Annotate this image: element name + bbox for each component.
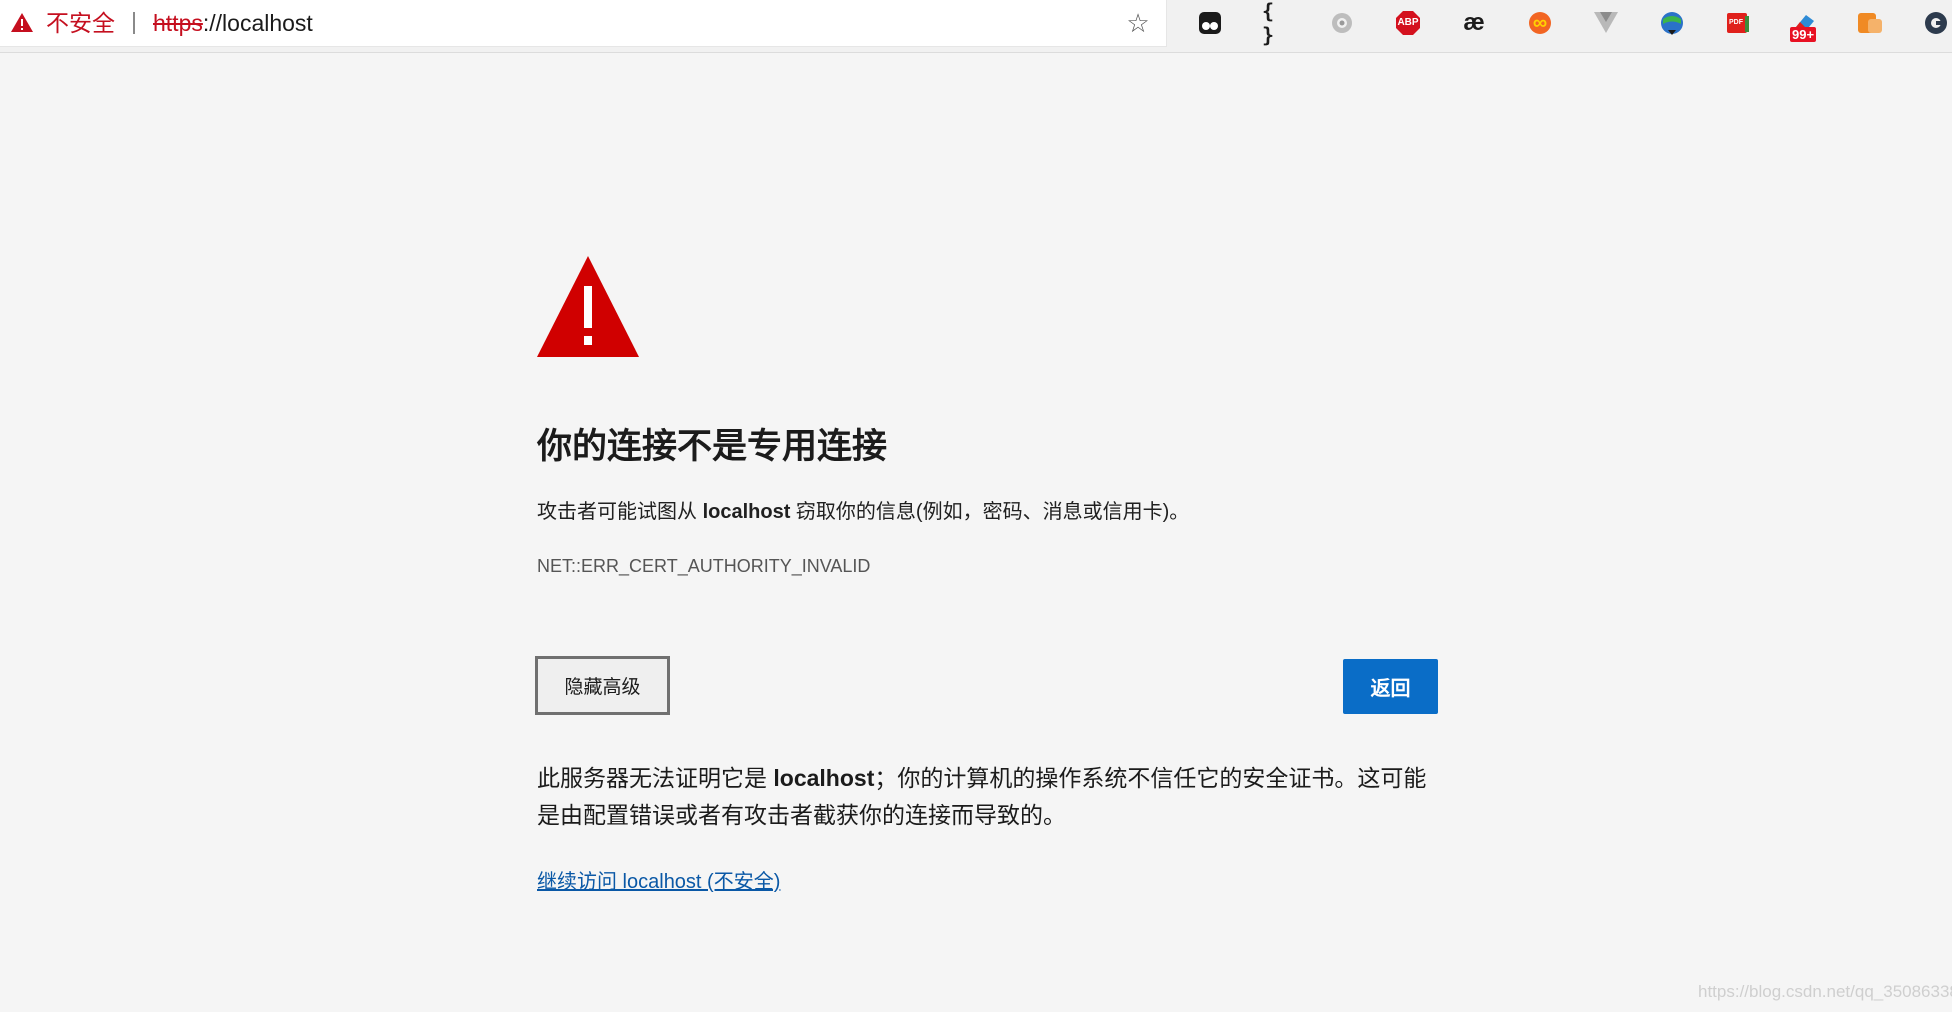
proceed-unsafe-link[interactable]: 继续访问 localhost (不安全) (537, 867, 780, 897)
detail-prefix: 此服务器无法证明它是 (537, 765, 774, 791)
warning-triangle-icon (537, 256, 639, 357)
advanced-details: 此服务器无法证明它是 localhost；你的计算机的操作系统不信任它的安全证书… (537, 760, 1437, 834)
error-code[interactable]: NET::ERR_CERT_AUTHORITY_INVALID (537, 553, 870, 579)
extension-gear-icon[interactable] (1328, 9, 1356, 37)
hide-advanced-button[interactable]: 隐藏高级 (535, 656, 670, 715)
ae-icon[interactable]: æ (1460, 9, 1488, 37)
eraser-icon[interactable]: 99+ (1790, 9, 1818, 42)
infinity-label: ∞ (1532, 12, 1548, 34)
pdf-label: PDF (1729, 19, 1743, 26)
desc-host: localhost (702, 501, 791, 523)
page-title: 你的连接不是专用连接 (537, 427, 888, 466)
infinity-icon[interactable]: ∞ (1526, 9, 1554, 37)
not-secure-label[interactable]: 不安全 (46, 10, 115, 36)
url-scheme: https (153, 10, 203, 36)
adblock-label: ABP (1397, 17, 1419, 28)
desc-prefix: 攻击者可能试图从 (537, 501, 703, 523)
ae-label: æ (1463, 9, 1485, 36)
warning-icon (11, 13, 33, 32)
url-text[interactable]: https://localhost (153, 10, 313, 36)
circle-extension-icon[interactable] (1922, 9, 1950, 37)
address-bar[interactable]: 不安全 https://localhost ☆ (0, 0, 1167, 47)
desc-suffix: 窃取你的信息(例如，密码、消息或信用卡)。 (790, 501, 1190, 523)
translate-icon[interactable] (1856, 9, 1884, 37)
pdf-icon[interactable]: PDF (1724, 9, 1752, 37)
browser-toolbar: 不安全 https://localhost ☆ { } ABP æ ∞ PDF … (0, 0, 1952, 53)
adblock-plus-icon[interactable]: ABP (1394, 9, 1422, 37)
address-divider (133, 12, 135, 34)
vue-devtools-icon[interactable] (1592, 9, 1620, 37)
eraser-badge: 99+ (1790, 27, 1817, 42)
globe-download-icon[interactable] (1658, 9, 1686, 37)
tampermonkey-icon[interactable] (1196, 9, 1224, 37)
back-button[interactable]: 返回 (1343, 659, 1438, 714)
json-viewer-label: { } (1262, 0, 1275, 47)
json-viewer-icon[interactable]: { } (1262, 0, 1290, 47)
detail-host: localhost (773, 765, 875, 791)
url-host: ://localhost (202, 10, 313, 36)
attack-description: 攻击者可能试图从 localhost 窃取你的信息(例如，密码、消息或信用卡)。 (537, 497, 1189, 527)
watermark: https://blog.csdn.net/qq_35086338 (1698, 982, 1952, 1001)
favorite-star-icon[interactable]: ☆ (1124, 9, 1152, 37)
